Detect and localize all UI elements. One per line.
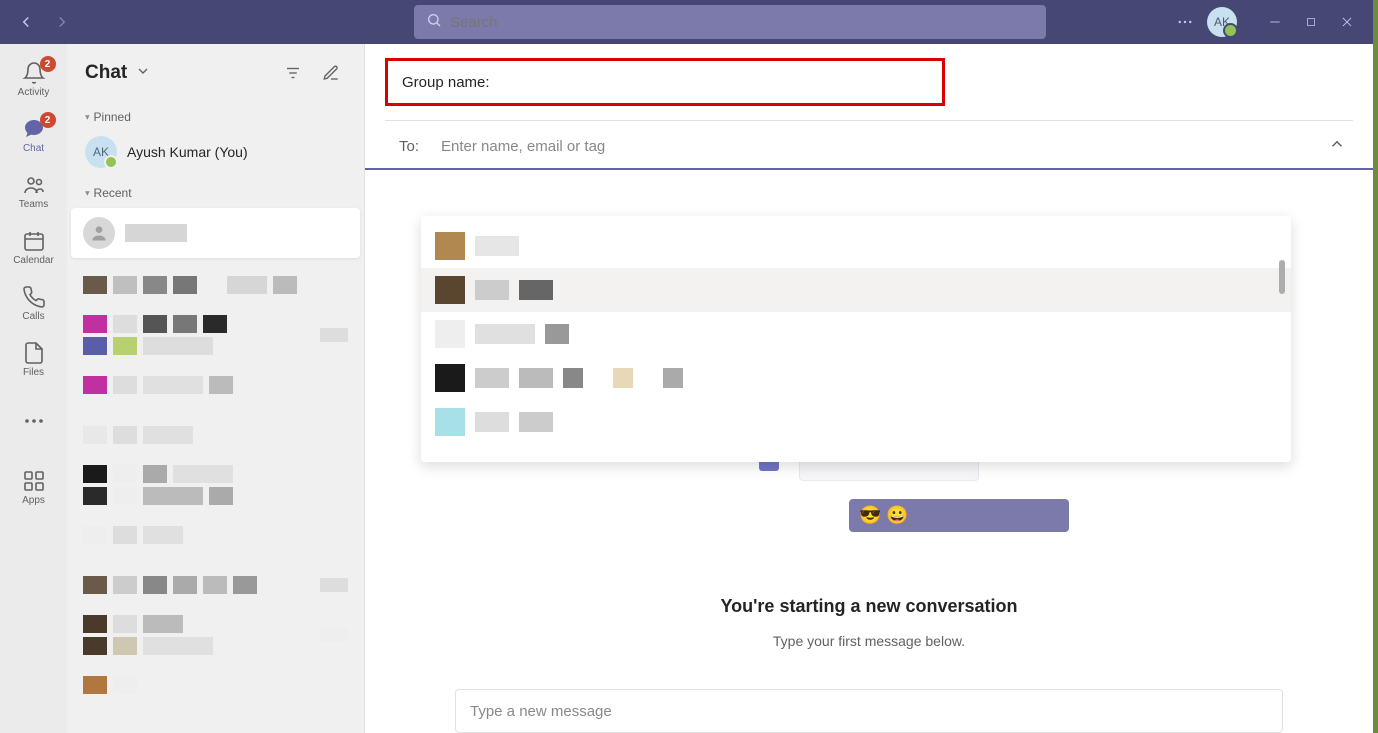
rail-teams[interactable]: Teams <box>2 164 66 218</box>
profile-avatar[interactable]: AK <box>1207 7 1237 37</box>
rail-calendar[interactable]: Calendar <box>2 220 66 274</box>
badge: 2 <box>40 56 56 72</box>
list-item[interactable] <box>67 260 364 310</box>
forward-button[interactable] <box>48 8 76 36</box>
chat-list-header: Chat <box>67 44 364 102</box>
badge: 2 <box>40 112 56 128</box>
close-button[interactable] <box>1333 8 1361 36</box>
minimize-button[interactable] <box>1261 8 1289 36</box>
list-item[interactable] <box>67 460 364 510</box>
suggest-item[interactable] <box>421 400 1291 444</box>
rail-chat[interactable]: Chat 2 <box>2 108 66 162</box>
files-icon <box>22 341 46 365</box>
title-bar: AK <box>0 0 1373 44</box>
chat-list-title: Chat <box>85 62 127 84</box>
people-suggest-dropdown <box>421 216 1291 462</box>
emoji-badge: 😎 😀 <box>849 499 1069 532</box>
section-recent[interactable]: Recent <box>67 178 364 206</box>
phone-icon <box>22 285 46 309</box>
rail-files[interactable]: Files <box>2 332 66 386</box>
app-window: AK Activity 2 Chat 2 Teams <box>0 0 1373 733</box>
app-rail: Activity 2 Chat 2 Teams Calendar Calls <box>0 44 67 733</box>
maximize-button[interactable] <box>1297 8 1325 36</box>
chat-list-panel: Chat Pinned AK Ayush Kumar (You) Recent <box>67 44 365 733</box>
list-item[interactable] <box>67 560 364 610</box>
rail-calls[interactable]: Calls <box>2 276 66 330</box>
rail-label: Calendar <box>13 255 54 266</box>
suggest-item[interactable] <box>421 268 1291 312</box>
pinned-self-chat[interactable]: AK Ayush Kumar (You) <box>67 130 364 178</box>
new-convo-title: You're starting a new conversation <box>720 596 1017 617</box>
more-icon <box>22 409 46 433</box>
scrollbar[interactable] <box>1279 260 1285 294</box>
rail-label: Apps <box>22 495 45 506</box>
rail-label: Teams <box>19 199 48 210</box>
list-item[interactable] <box>67 510 364 560</box>
apps-icon <box>22 469 46 493</box>
pinned-name: Ayush Kumar (You) <box>127 144 248 160</box>
settings-more-icon[interactable] <box>1171 8 1199 36</box>
to-row: To: <box>365 121 1373 170</box>
search-icon <box>426 12 442 33</box>
list-item[interactable] <box>67 610 364 660</box>
list-item[interactable] <box>67 360 364 410</box>
list-item[interactable] <box>67 660 364 710</box>
to-label: To: <box>399 138 419 155</box>
chevron-down-icon[interactable] <box>135 63 151 84</box>
rail-label: Activity <box>18 87 50 98</box>
compose-input[interactable] <box>470 703 1268 720</box>
compose-box[interactable] <box>455 689 1283 733</box>
avatar: AK <box>85 136 117 168</box>
rail-activity[interactable]: Activity 2 <box>2 52 66 106</box>
to-input[interactable] <box>441 138 1301 155</box>
rail-label: Files <box>23 367 44 378</box>
rail-label: Calls <box>22 311 44 322</box>
suggest-item[interactable] <box>421 224 1291 268</box>
group-name-row: Group name: <box>385 58 1353 106</box>
new-chat-button[interactable] <box>316 58 346 88</box>
filter-button[interactable] <box>278 58 308 88</box>
calendar-icon <box>22 229 46 253</box>
suggest-item[interactable] <box>421 312 1291 356</box>
conversation-panel: Group name: To: <box>365 44 1373 733</box>
new-convo-subtitle: Type your first message below. <box>773 633 965 649</box>
avatar <box>83 217 115 249</box>
suggest-item[interactable] <box>421 356 1291 400</box>
collapse-chevron-icon[interactable] <box>1323 135 1351 158</box>
search-input[interactable] <box>450 14 1034 31</box>
app-body: Activity 2 Chat 2 Teams Calendar Calls <box>0 44 1373 733</box>
rail-label: Chat <box>23 143 44 154</box>
group-name-label: Group name: <box>402 74 490 91</box>
list-item[interactable] <box>67 310 364 360</box>
rail-apps[interactable]: Apps <box>2 460 66 514</box>
search-box[interactable] <box>414 5 1046 39</box>
list-item[interactable] <box>67 410 364 460</box>
back-button[interactable] <box>12 8 40 36</box>
group-name-input-highlight[interactable]: Group name: <box>385 58 945 106</box>
section-pinned[interactable]: Pinned <box>67 102 364 130</box>
list-item[interactable] <box>71 208 360 258</box>
teams-icon <box>22 173 46 197</box>
rail-more[interactable] <box>2 394 66 448</box>
